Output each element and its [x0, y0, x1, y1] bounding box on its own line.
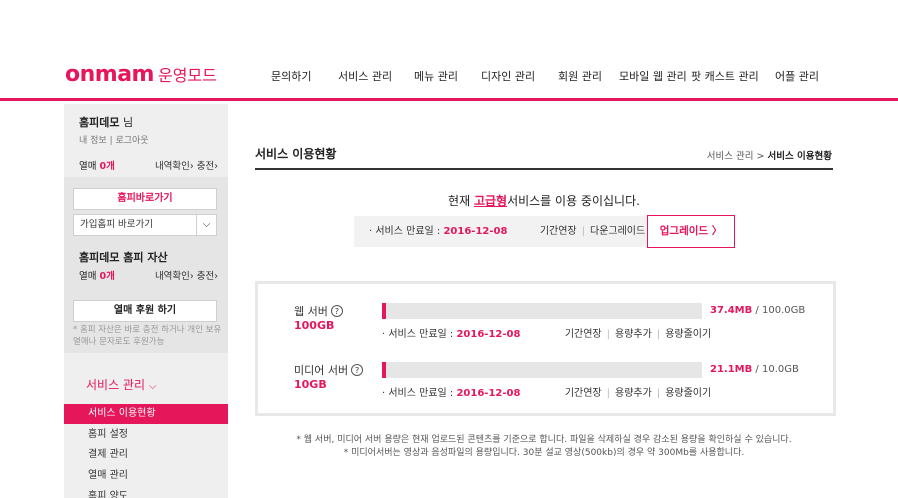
- heart-history-charge-link[interactable]: 내역확인› 충전›: [155, 158, 218, 172]
- help-icon[interactable]: ?: [330, 305, 343, 317]
- web-server-meta: · 서비스 만료일 : 2016-12-08 기간연장 | 용량추가 | 용량줄이기: [382, 325, 711, 340]
- title-divider: [255, 168, 833, 170]
- upgrade-button[interactable]: 업그레이드 〉: [647, 215, 735, 248]
- nav-member-manage[interactable]: 회원 관리: [558, 68, 602, 84]
- asset-title: 홈피데모 홈피 자산: [79, 251, 168, 264]
- user-suffix: 님: [119, 116, 134, 129]
- asset-balance: 열매 0개: [79, 268, 115, 282]
- web-server-usage-fill: [382, 303, 386, 319]
- my-info-link[interactable]: 내 정보: [79, 136, 107, 146]
- chevron-down-icon: ⌵: [196, 215, 216, 235]
- web-server-usage-bar: [382, 303, 702, 319]
- service-grade: 고급형: [473, 194, 508, 208]
- extend-period-link[interactable]: 기간연장: [540, 226, 577, 237]
- nav-app-manage[interactable]: 어플 관리: [775, 68, 819, 84]
- link-divider: |: [606, 388, 610, 399]
- link-divider: |: [581, 226, 585, 237]
- nav-service-manage[interactable]: 서비스 관리: [338, 68, 392, 84]
- heart-count: 0개: [99, 161, 115, 172]
- web-server-expire-label: · 서비스 만료일 :: [382, 329, 457, 340]
- media-server-expire-date: 2016-12-08: [456, 388, 521, 399]
- heart-balance: 열매 0개: [79, 158, 115, 172]
- web-server-extend-link[interactable]: 기간연장: [565, 329, 602, 340]
- media-server-expire-label: · 서비스 만료일 :: [382, 388, 457, 399]
- user-links: 내 정보 | 로그아웃: [79, 133, 218, 146]
- sidebar-item-heart-manage[interactable]: 열매 관리: [64, 466, 228, 486]
- logo-brand: onmam: [65, 62, 154, 87]
- footnote-media: * 미디어서버는 영상과 음성파일의 용량입니다. 30분 설교 영상(500k…: [343, 448, 745, 458]
- web-server-used: 37.4MB: [710, 305, 753, 316]
- link-divider: |: [606, 329, 610, 340]
- media-server-usage-fill: [382, 362, 386, 378]
- breadcrumb: 서비스 관리 > 서비스 이용현황: [707, 148, 832, 162]
- service-menu-title[interactable]: 서비스 관리 ⌵: [86, 376, 156, 393]
- breadcrumb-parent[interactable]: 서비스 관리 >: [707, 151, 768, 162]
- sidebar-item-home-settings[interactable]: 홈피 설정: [64, 425, 228, 445]
- help-icon[interactable]: ?: [351, 364, 364, 376]
- heart-row: 열매 0개 내역확인› 충전›: [79, 158, 218, 172]
- user-panel: 홈피데모 님 내 정보 | 로그아웃 열매 0개 내역확인› 충전›: [64, 104, 228, 172]
- footnote-capacity: * 웹 서버, 미디어 서버 용량은 현재 업로드된 콘텐츠를 기준으로 합니다…: [296, 435, 792, 445]
- page-title: 서비스 이용현황: [255, 147, 337, 161]
- logo-mode-label: 운영모드: [157, 66, 217, 85]
- joined-home-select-value: 가입홈피 바로가기: [80, 219, 153, 230]
- web-server-reduce-capacity-link[interactable]: 용량줄이기: [665, 329, 711, 340]
- expire-label: · 서비스 만료일 :: [369, 226, 444, 237]
- media-server-extend-link[interactable]: 기간연장: [565, 388, 602, 399]
- logout-link[interactable]: 로그아웃: [115, 136, 148, 146]
- web-server-expire-date: 2016-12-08: [456, 329, 521, 340]
- support-button[interactable]: 열매 후원 하기: [73, 300, 217, 322]
- link-divider: |: [656, 388, 661, 399]
- web-server-add-capacity-link[interactable]: 용량추가: [615, 329, 652, 340]
- top-header: onmam 운영모드 문의하기 서비스 관리 메뉴 관리 디자인 관리 회원 관…: [0, 0, 898, 101]
- web-server-usage-text: 37.4MB / 100.0GB: [710, 305, 805, 316]
- service-status-message: 현재 고급형서비스를 이용 중이십니다.: [255, 192, 833, 209]
- nav-inquiry[interactable]: 문의하기: [271, 68, 311, 84]
- sidebar-item-home-transfer[interactable]: 홈피 양도: [64, 487, 228, 498]
- nav-design-manage[interactable]: 디자인 관리: [481, 68, 535, 84]
- web-server-label: 웹 서버?: [294, 303, 343, 319]
- media-server-usage-text: 21.1MB / 10.0GB: [710, 364, 799, 375]
- media-server-add-capacity-link[interactable]: 용량추가: [615, 388, 652, 399]
- media-server-total: / 10.0GB: [752, 364, 799, 375]
- link-divider: |: [656, 329, 661, 340]
- expire-date: 2016-12-08: [443, 226, 508, 237]
- sidebar: 홈피데모 님 내 정보 | 로그아웃 열매 0개 내역확인› 충전› 홈피바로가…: [64, 104, 228, 498]
- heart-label: 열매: [79, 161, 100, 172]
- nav-mobile-web-manage[interactable]: 모바일 웹 관리: [619, 68, 687, 84]
- media-server-meta: · 서비스 만료일 : 2016-12-08 기간연장 | 용량추가 | 용량줄이기: [382, 384, 711, 399]
- asset-count: 0개: [99, 271, 115, 282]
- joined-home-select[interactable]: 가입홈피 바로가기 ⌵: [73, 214, 217, 236]
- sidebar-item-service-status[interactable]: 서비스 이용현황: [64, 404, 228, 424]
- web-server-total: / 100.0GB: [752, 305, 806, 316]
- downgrade-link[interactable]: 다운그레이드: [590, 226, 645, 237]
- asset-row: 열매 0개 내역확인› 충전›: [79, 268, 218, 282]
- service-expire-box: · 서비스 만료일 : 2016-12-08 기간연장 | 다운그레이드: [354, 216, 647, 247]
- asset-label: 열매: [79, 271, 100, 282]
- server-usage-panel: 웹 서버? 100GB 37.4MB / 100.0GB · 서비스 만료일 :…: [255, 281, 836, 416]
- web-server-size: 100GB: [294, 319, 335, 332]
- home-shortcut-button[interactable]: 홈피바로가기: [73, 188, 217, 210]
- media-server-size: 10GB: [294, 378, 327, 391]
- media-server-reduce-capacity-link[interactable]: 용량줄이기: [665, 388, 711, 399]
- media-server-usage-bar: [382, 362, 702, 378]
- nav-menu-manage[interactable]: 메뉴 관리: [414, 68, 458, 84]
- logo[interactable]: onmam 운영모드: [65, 62, 217, 87]
- nav-podcast-manage[interactable]: 팟 캐스트 관리: [691, 68, 759, 84]
- status-suffix: 서비스를 이용 중이십니다.: [507, 194, 640, 208]
- user-greeting: 홈피데모 님: [79, 114, 218, 130]
- media-server-used: 21.1MB: [710, 364, 753, 375]
- user-name: 홈피데모: [79, 116, 120, 129]
- chevron-down-icon: ⌵: [148, 381, 157, 392]
- breadcrumb-current: 서비스 이용현황: [767, 151, 833, 162]
- support-note: * 홈피 자산은 바로 충전 하거나 개인 보유 열매나 문자로도 후원가능: [73, 325, 222, 347]
- sidebar-item-payment[interactable]: 결제 관리: [64, 445, 228, 465]
- service-menu-title-label: 서비스 관리: [86, 378, 146, 392]
- media-server-name: 미디어 서버: [294, 364, 349, 377]
- asset-history-charge-link[interactable]: 내역확인› 충전›: [155, 268, 218, 282]
- web-server-name: 웹 서버: [294, 305, 328, 318]
- status-prefix: 현재: [448, 194, 474, 208]
- media-server-label: 미디어 서버?: [294, 362, 364, 378]
